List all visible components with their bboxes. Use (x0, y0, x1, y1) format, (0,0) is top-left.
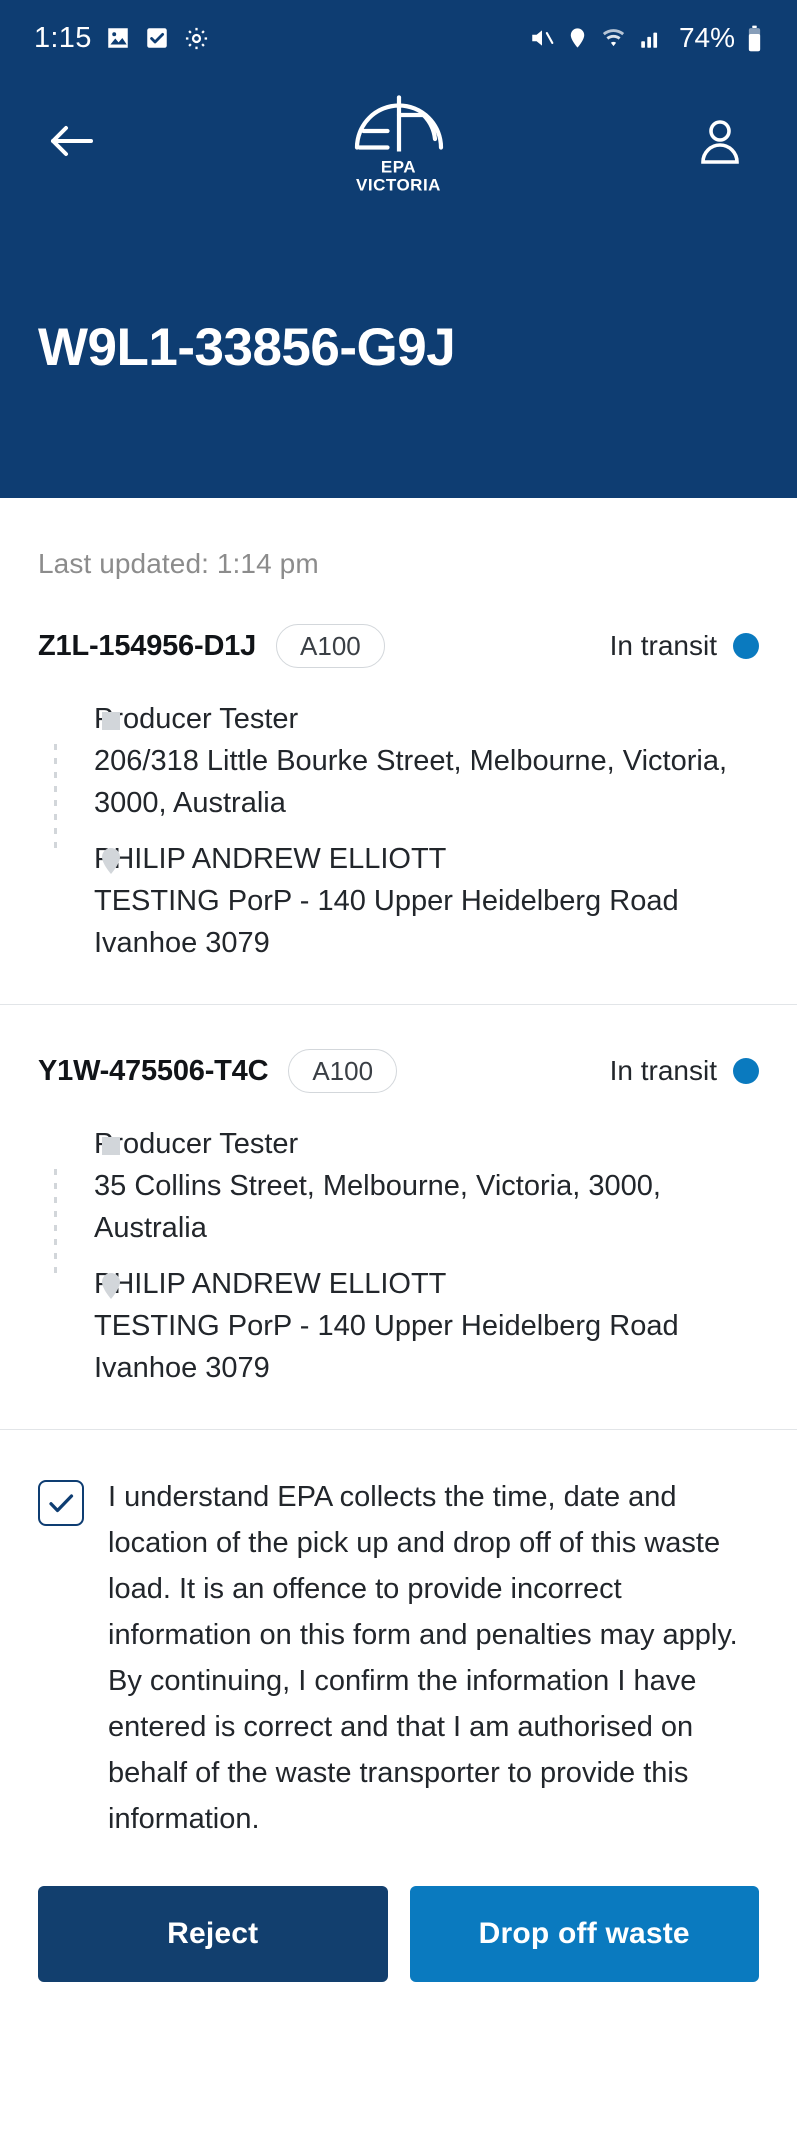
app-header: 1:15 74% EPA VICTORIA W9L1-33856-G9J (0, 0, 797, 498)
origin-square-icon (94, 1137, 128, 1155)
destination-name: PHILIP ANDREW ELLIOTT (94, 1268, 447, 1300)
destination-block: PHILIP ANDREW ELLIOTT TESTING PorP - 140… (94, 1263, 759, 1389)
last-updated-label: Last updated: 1:14 pm (38, 548, 319, 579)
timeline-connector-icon (54, 744, 57, 856)
destination-pin-icon (94, 848, 128, 874)
epa-victoria-logo-icon (353, 93, 445, 156)
waste-record-row[interactable]: Y1W-475506-T4C A100 In transit Producer … (0, 1005, 797, 1430)
timeline-connector-icon (54, 1169, 57, 1281)
drop-off-waste-button[interactable]: Drop off waste (409, 1886, 759, 1982)
origin-name: Producer Tester (94, 703, 299, 735)
record-status: In transit (610, 630, 759, 662)
status-badge: In transit (609, 630, 717, 661)
consent-text: I understand EPA collects the time, date… (108, 1481, 738, 1835)
checkmark-icon (49, 1494, 74, 1513)
origin-block: Producer Tester 206/318 Little Bourke St… (94, 698, 759, 824)
account-person-icon (697, 116, 743, 171)
destination-address: TESTING PorP - 140 Upper Heidelberg Road… (94, 885, 679, 959)
origin-address: 35 Collins Street, Melbourne, Victoria, … (94, 1170, 661, 1244)
account-button[interactable] (687, 111, 753, 177)
destination-block: PHILIP ANDREW ELLIOTT TESTING PorP - 140… (94, 838, 759, 964)
mute-icon (529, 25, 555, 51)
status-bar-left: 1:15 (34, 22, 210, 55)
nav-bar: EPA VICTORIA (0, 76, 797, 211)
waste-record-row[interactable]: Z1L-154956-D1J A100 In transit Producer … (0, 580, 797, 1005)
back-arrow-icon (45, 120, 97, 167)
action-buttons: Reject Drop off waste (0, 1842, 797, 1982)
record-waste-code-badge: A100 (276, 624, 385, 668)
record-code: Z1L-154956-D1J (38, 629, 257, 662)
record-status: In transit (610, 1055, 759, 1087)
record-code: Y1W-475506-T4C (38, 1054, 269, 1087)
reject-button[interactable]: Reject (38, 1886, 388, 1982)
location-pin-icon (566, 25, 589, 51)
status-dot-icon (733, 633, 759, 659)
gear-icon (183, 25, 210, 52)
destination-pin-icon (94, 1273, 128, 1299)
consent-checkbox[interactable] (38, 1480, 84, 1526)
record-timeline: Producer Tester 35 Collins Street, Melbo… (38, 1123, 759, 1389)
battery-percent-label: 74% (678, 22, 735, 53)
brand-text: EPA VICTORIA (356, 158, 441, 194)
brand-line-2: VICTORIA (356, 175, 441, 194)
status-time: 1:15 (34, 21, 92, 54)
checkbox-icon (144, 25, 170, 51)
page-title: W9L1-33856-G9J (38, 318, 456, 377)
origin-address: 206/318 Little Bourke Street, Melbourne,… (94, 745, 728, 819)
destination-name: PHILIP ANDREW ELLIOTT (94, 843, 447, 875)
record-header: Z1L-154956-D1J A100 In transit (38, 624, 759, 668)
origin-name: Producer Tester (94, 1128, 299, 1160)
brand-line-1: EPA (380, 157, 417, 176)
record-header: Y1W-475506-T4C A100 In transit (38, 1049, 759, 1093)
cellular-signal-icon (638, 25, 664, 51)
origin-block: Producer Tester 35 Collins Street, Melbo… (94, 1123, 759, 1249)
wifi-icon (600, 25, 627, 51)
app-screen: 1:15 74% EPA VICTORIA W9L1-33856-G9J Las… (0, 0, 797, 2132)
record-waste-code-badge: A100 (288, 1049, 398, 1093)
status-bar: 1:15 74% (0, 0, 797, 76)
consent-section: I understand EPA collects the time, date… (0, 1430, 797, 1842)
brand-logo: EPA VICTORIA (353, 93, 445, 194)
status-dot-icon (733, 1058, 759, 1084)
main-content: Last updated: 1:14 pm Z1L-154956-D1J A10… (0, 498, 797, 1982)
record-timeline: Producer Tester 206/318 Little Bourke St… (38, 698, 759, 964)
image-icon (105, 25, 131, 51)
destination-address: TESTING PorP - 140 Upper Heidelberg Road… (94, 1310, 679, 1384)
battery-icon (746, 25, 763, 52)
status-badge: In transit (609, 1055, 717, 1086)
origin-square-icon (94, 712, 128, 730)
back-button[interactable] (38, 111, 104, 177)
status-bar-right: 74% (529, 22, 763, 54)
